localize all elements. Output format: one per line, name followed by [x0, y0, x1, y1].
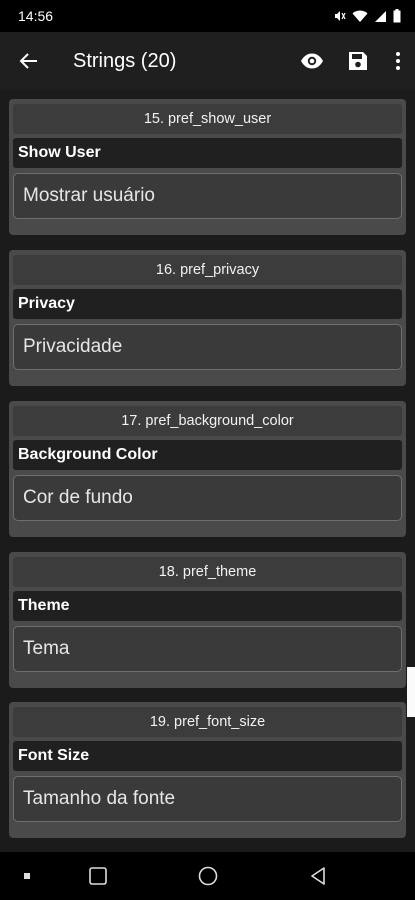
source-text: Font Size — [13, 741, 402, 771]
source-text: Show User — [13, 138, 402, 168]
wifi-icon — [352, 9, 368, 23]
string-key: 17. pref_background_color — [13, 406, 402, 436]
mute-icon — [332, 9, 346, 23]
translation-field[interactable]: Tema — [13, 626, 402, 672]
status-bar: 14:56 — [0, 0, 415, 32]
status-time: 14:56 — [18, 8, 54, 24]
source-text: Background Color — [13, 440, 402, 470]
strings-list[interactable]: 15. pref_show_user Show User Mostrar usu… — [0, 90, 415, 852]
string-key: 16. pref_privacy — [13, 255, 402, 285]
translation-field[interactable]: Privacidade — [13, 324, 402, 370]
triangle-back-icon — [311, 867, 325, 885]
back-nav-button[interactable] — [304, 862, 332, 890]
translation-field[interactable]: Cor de fundo — [13, 475, 402, 521]
dot-icon — [24, 873, 30, 879]
translation-field[interactable]: Mostrar usuário — [13, 173, 402, 219]
string-key: 18. pref_theme — [13, 557, 402, 587]
save-icon — [349, 52, 367, 70]
source-text: Theme — [13, 591, 402, 621]
arrow-back-icon — [19, 53, 37, 69]
preview-button[interactable] — [289, 32, 335, 90]
more-options-button[interactable] — [381, 32, 415, 90]
battery-icon — [393, 9, 401, 23]
circle-icon — [198, 866, 218, 886]
back-button[interactable] — [0, 32, 58, 90]
more-vert-icon — [396, 52, 400, 70]
app-bar: Strings (20) — [0, 32, 415, 90]
eye-icon — [301, 53, 323, 69]
string-key: 19. pref_font_size — [13, 707, 402, 737]
save-button[interactable] — [335, 32, 381, 90]
page-title: Strings (20) — [73, 49, 177, 72]
translation-field[interactable]: Tamanho da fonte — [13, 776, 402, 822]
recents-button[interactable] — [84, 862, 112, 890]
string-card: 15. pref_show_user Show User Mostrar usu… — [9, 99, 406, 235]
navigation-bar — [0, 852, 415, 900]
square-icon — [89, 867, 107, 885]
source-text: Privacy — [13, 289, 402, 319]
string-card: 16. pref_privacy Privacy Privacidade — [9, 250, 406, 386]
nav-dot-button[interactable] — [13, 862, 41, 890]
string-card: 17. pref_background_color Background Col… — [9, 401, 406, 537]
status-icons — [332, 9, 401, 23]
signal-icon — [374, 10, 387, 23]
home-button[interactable] — [194, 862, 222, 890]
string-card: 19. pref_font_size Font Size Tamanho da … — [9, 702, 406, 838]
string-key: 15. pref_show_user — [13, 104, 402, 134]
string-card: 18. pref_theme Theme Tema — [9, 552, 406, 688]
scrollbar-thumb[interactable] — [407, 667, 415, 717]
